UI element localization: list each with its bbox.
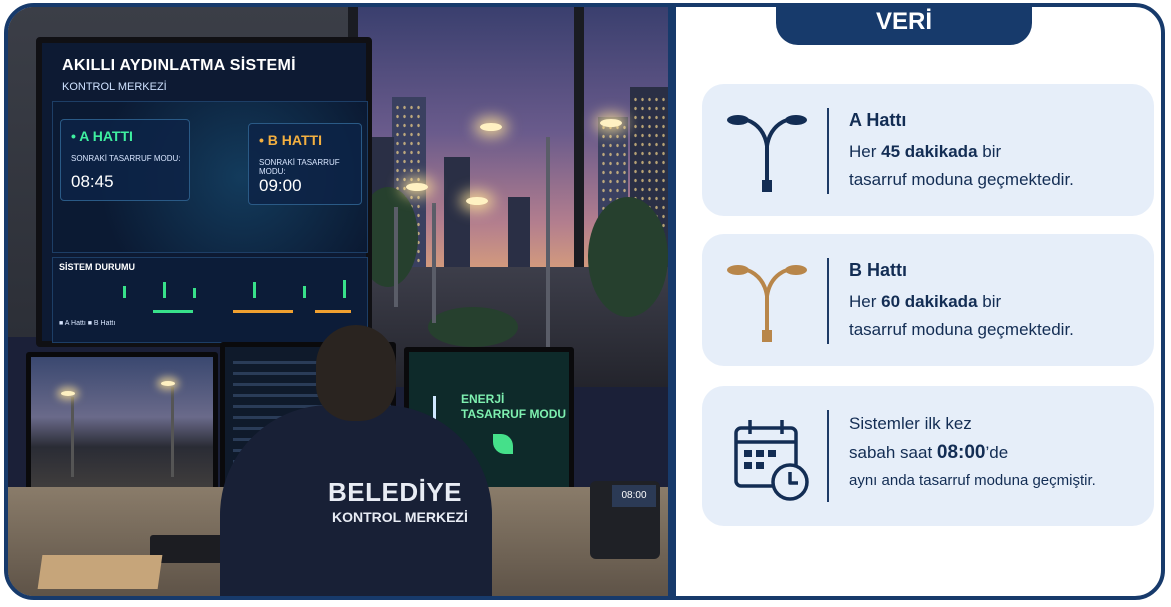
line-a-title: A Hattı (849, 110, 907, 130)
notebook (37, 555, 163, 589)
leaf-icon (493, 434, 513, 454)
line-a-card-label: SONRAKİ TASARRUF MODU: (71, 154, 181, 163)
line-a-card-title: • A HATTI (71, 128, 133, 144)
line-a-card: • A HATTI SONRAKİ TASARRUF MODU: 08:45 (60, 119, 190, 201)
control-room-photo: AKILLI AYDINLATMA SİSTEMİ KONTROL MERKEZ… (8, 7, 668, 596)
start-time-line1: Sistemler ilk kez (849, 414, 972, 433)
energy-mode-line1: ENERJİ (461, 392, 505, 406)
start-time-line2: sabah saat 08:00’de (849, 442, 1009, 463)
line-b-description: tasarruf moduna geçmektedir. (849, 320, 1074, 339)
street-lamp-icon (727, 115, 807, 192)
start-time-line3: aynı anda tasarruf moduna geçmiştir. (849, 472, 1096, 489)
line-a-info-card: A Hattı Her 45 dakikada bir tasarruf mod… (702, 84, 1154, 216)
line-b-card-label: SONRAKİ TASARRUF MODU: (259, 158, 340, 176)
dashboard-subtitle: KONTROL MERKEZİ (62, 81, 167, 93)
line-a-card-value: 08:45 (71, 172, 114, 191)
phone-display: 08:00 (612, 485, 656, 507)
street-lamp-icon (727, 265, 807, 342)
calendar-clock-icon (734, 420, 809, 501)
panel-header: VERİ (776, 3, 1032, 45)
wall-dashboard-screen: AKILLI AYDINLATMA SİSTEMİ KONTROL MERKEZ… (36, 37, 372, 347)
line-b-card-title: • B HATTI (259, 132, 322, 148)
operator-head (316, 325, 396, 421)
status-legend: ■ A Hattı ■ B Hattı (59, 320, 116, 327)
energy-mode-line2: TASARRUF MODU (461, 407, 567, 421)
start-time-info-card: Sistemler ilk kez sabah saat 08:00’de ay… (702, 386, 1154, 526)
line-a-frequency: Her 45 dakikada bir (849, 142, 1002, 161)
panel-divider (668, 7, 676, 596)
system-status-panel: SİSTEM DURUMU ■ A Hattı ■ B Hattı (52, 257, 368, 343)
line-b-title: B Hattı (849, 260, 907, 280)
line-b-frequency: Her 60 dakikada bir (849, 292, 1002, 311)
uniform-badge-line1: BELEDİYE (328, 477, 463, 507)
uniform-badge-line2: KONTROL MERKEZİ (332, 509, 468, 525)
line-b-card-value: 09:00 (259, 176, 302, 195)
line-b-card: • B HATTI SONRAKİ TASARRUF MODU: 09:00 (248, 123, 362, 205)
system-status-label: SİSTEM DURUMU (59, 262, 135, 272)
dashboard-title: AKILLI AYDINLATMA SİSTEMİ (62, 57, 296, 74)
line-a-description: tasarruf moduna geçmektedir. (849, 170, 1074, 189)
line-b-info-card: B Hattı Her 60 dakikada bir tasarruf mod… (702, 234, 1154, 366)
